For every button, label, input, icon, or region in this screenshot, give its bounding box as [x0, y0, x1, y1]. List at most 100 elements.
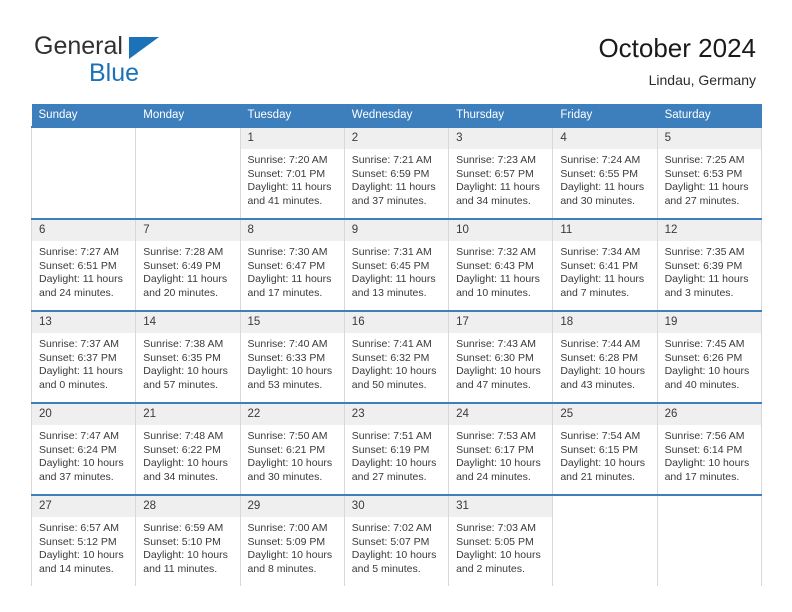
calendar-day-cell[interactable]: 31 Sunrise: 7:03 AM Sunset: 5:05 PM Dayligh… — [448, 494, 554, 586]
day-cell-inner: 9 Sunrise: 7:31 AM Sunset: 6:45 PM Daylight… — [344, 220, 449, 308]
sunset-text: Sunset: 6:37 PM — [39, 351, 117, 364]
calendar-day-cell[interactable]: 24 Sunrise: 7:53 AM Sunset: 6:17 PM Dayligh… — [448, 402, 554, 495]
daylight-text-line2: and 57 minutes. — [143, 378, 218, 391]
day-number: 9 — [344, 220, 449, 241]
calendar-day-cell[interactable]: 25 Sunrise: 7:54 AM Sunset: 6:15 PM Dayligh… — [552, 402, 658, 495]
calendar-day-cell[interactable]: 21 Sunrise: 7:48 AM Sunset: 6:22 PM Dayligh… — [135, 402, 241, 495]
day-number: 11 — [553, 220, 657, 241]
sunrise-text: Sunrise: 7:41 AM — [351, 338, 432, 350]
calendar-day-cell[interactable]: 11 Sunrise: 7:34 AM Sunset: 6:41 PM Dayligh… — [552, 218, 658, 311]
calendar-day-cell[interactable]: 4 Sunrise: 7:24 AM Sunset: 6:55 PM Daylight… — [552, 126, 658, 219]
general-blue-logo[interactable]: General Blue — [34, 33, 234, 89]
calendar-day-cell[interactable]: 29 Sunrise: 7:00 AM Sunset: 5:09 PM Dayligh… — [239, 494, 345, 586]
calendar-week-row: 20 Sunrise: 7:47 AM Sunset: 6:24 PM Dayligh… — [30, 402, 762, 495]
sunrise-text: Sunrise: 7:24 AM — [560, 154, 641, 166]
day-details: Sunrise: 7:43 AM Sunset: 6:30 PM Daylight:… — [449, 333, 552, 392]
calendar-day-cell[interactable]: 8 Sunrise: 7:30 AM Sunset: 6:47 PM Daylight… — [239, 218, 345, 311]
day-cell-inner: 8 Sunrise: 7:30 AM Sunset: 6:47 PM Daylight… — [240, 220, 344, 308]
sunset-text: Sunset: 6:55 PM — [560, 167, 638, 180]
daylight-text-line1: Daylight: 10 hours — [351, 365, 437, 378]
sunrise-text: Sunrise: 7:38 AM — [143, 338, 224, 350]
calendar-day-cell[interactable]: 22 Sunrise: 7:50 AM Sunset: 6:21 PM Dayligh… — [239, 402, 345, 495]
sunrise-text: Sunrise: 7:53 AM — [456, 430, 537, 442]
calendar-day-cell[interactable]: 12 Sunrise: 7:35 AM Sunset: 6:39 PM Dayligh… — [656, 218, 762, 311]
day-details: Sunrise: 7:47 AM Sunset: 6:24 PM Daylight:… — [32, 425, 135, 484]
day-number: 14 — [136, 312, 240, 333]
calendar-day-cell[interactable]: 17 Sunrise: 7:43 AM Sunset: 6:30 PM Dayligh… — [448, 310, 554, 403]
calendar-day-cell[interactable]: 3 Sunrise: 7:23 AM Sunset: 6:57 PM Daylight… — [448, 126, 554, 219]
sunset-text: Sunset: 5:10 PM — [143, 535, 221, 548]
day-number: 5 — [657, 128, 761, 149]
day-cell-inner: 29 Sunrise: 7:00 AM Sunset: 5:09 PM Dayligh… — [240, 496, 344, 584]
calendar-day-cell[interactable]: 2 Sunrise: 7:21 AM Sunset: 6:59 PM Daylight… — [343, 126, 450, 219]
daylight-text-line2: and 30 minutes. — [560, 194, 636, 207]
daylight-text-line2: and 24 minutes. — [456, 470, 531, 483]
day-number: 30 — [344, 496, 449, 517]
daylight-text-line2: and 27 minutes. — [664, 194, 740, 207]
sunset-text: Sunset: 6:33 PM — [247, 351, 326, 364]
day-details: Sunrise: 7:38 AM Sunset: 6:35 PM Daylight:… — [136, 333, 239, 392]
daylight-text-line2: and 7 minutes. — [560, 286, 630, 299]
calendar-day-cell[interactable]: 23 Sunrise: 7:51 AM Sunset: 6:19 PM Dayligh… — [343, 402, 450, 495]
day-number: 2 — [344, 128, 449, 149]
day-cell-inner: 10 Sunrise: 7:32 AM Sunset: 6:43 PM Dayligh… — [449, 220, 553, 308]
daylight-text-line1: Daylight: 10 hours — [456, 365, 541, 378]
sunrise-text: Sunrise: 7:40 AM — [247, 338, 328, 350]
daylight-text-line1: Daylight: 10 hours — [351, 457, 437, 470]
calendar-day-cell[interactable]: 13 Sunrise: 7:37 AM Sunset: 6:37 PM Dayligh… — [30, 310, 137, 403]
calendar-day-cell[interactable]: 6 Sunrise: 7:27 AM Sunset: 6:51 PM Daylight… — [30, 218, 137, 311]
day-cell-inner: 7 Sunrise: 7:28 AM Sunset: 6:49 PM Daylight… — [136, 220, 240, 308]
daylight-text-line1: Daylight: 10 hours — [247, 365, 333, 378]
calendar-week-row: 27 Sunrise: 6:57 AM Sunset: 5:12 PM Dayligh… — [30, 494, 762, 586]
sunrise-text: Sunrise: 7:43 AM — [456, 338, 537, 350]
calendar-day-cell[interactable]: 15 Sunrise: 7:40 AM Sunset: 6:33 PM Dayligh… — [239, 310, 345, 403]
calendar-day-cell[interactable]: 28 Sunrise: 6:59 AM Sunset: 5:10 PM Dayligh… — [135, 494, 241, 586]
day-number: 20 — [32, 404, 136, 425]
weekday-header-friday: Friday — [552, 104, 658, 127]
sunrise-text: Sunrise: 7:02 AM — [351, 522, 432, 534]
daylight-text-line2: and 34 minutes. — [456, 194, 531, 207]
day-cell-inner: 17 Sunrise: 7:43 AM Sunset: 6:30 PM Dayligh… — [449, 312, 553, 400]
day-details: Sunrise: 7:34 AM Sunset: 6:41 PM Daylight:… — [553, 241, 656, 300]
sunrise-text: Sunrise: 6:59 AM — [143, 522, 224, 534]
daylight-text-line1: Daylight: 11 hours — [247, 273, 332, 286]
daylight-text-line1: Daylight: 10 hours — [456, 457, 541, 470]
day-details: Sunrise: 7:37 AM Sunset: 6:37 PM Daylight:… — [32, 333, 135, 392]
day-details: Sunrise: 7:32 AM Sunset: 6:43 PM Daylight:… — [449, 241, 552, 300]
title-block: October 2024 Lindau, Germany — [598, 32, 756, 90]
sunset-text: Sunset: 6:39 PM — [664, 259, 743, 272]
calendar-day-cell[interactable]: 9 Sunrise: 7:31 AM Sunset: 6:45 PM Daylight… — [343, 218, 450, 311]
sunrise-text: Sunrise: 7:23 AM — [456, 154, 537, 166]
calendar-day-cell-empty — [30, 126, 137, 219]
calendar-day-cell[interactable]: 26 Sunrise: 7:56 AM Sunset: 6:14 PM Dayligh… — [656, 402, 762, 495]
calendar-day-cell[interactable]: 30 Sunrise: 7:02 AM Sunset: 5:07 PM Dayligh… — [343, 494, 450, 586]
day-number: 1 — [240, 128, 344, 149]
day-details: Sunrise: 7:03 AM Sunset: 5:05 PM Daylight:… — [449, 517, 552, 576]
day-details: Sunrise: 7:28 AM Sunset: 6:49 PM Daylight:… — [136, 241, 239, 300]
calendar-day-cell[interactable]: 1 Sunrise: 7:20 AM Sunset: 7:01 PM Daylight… — [239, 126, 345, 219]
calendar-day-cell[interactable]: 20 Sunrise: 7:47 AM Sunset: 6:24 PM Dayligh… — [30, 402, 137, 495]
daylight-text-line1: Daylight: 10 hours — [143, 365, 228, 378]
day-details: Sunrise: 7:35 AM Sunset: 6:39 PM Daylight:… — [658, 241, 761, 300]
daylight-text-line1: Daylight: 11 hours — [39, 273, 123, 286]
calendar-day-cell[interactable]: 10 Sunrise: 7:32 AM Sunset: 6:43 PM Dayligh… — [448, 218, 554, 311]
daylight-text-line2: and 37 minutes. — [39, 470, 114, 483]
calendar-day-cell[interactable]: 27 Sunrise: 6:57 AM Sunset: 5:12 PM Dayligh… — [30, 494, 137, 586]
daylight-text-line1: Daylight: 10 hours — [143, 457, 228, 470]
calendar-day-cell[interactable]: 19 Sunrise: 7:45 AM Sunset: 6:26 PM Dayligh… — [656, 310, 762, 403]
sunrise-text: Sunrise: 7:30 AM — [247, 246, 328, 258]
calendar-day-cell[interactable]: 5 Sunrise: 7:25 AM Sunset: 6:53 PM Daylight… — [656, 126, 762, 219]
calendar-day-cell[interactable]: 18 Sunrise: 7:44 AM Sunset: 6:28 PM Dayligh… — [552, 310, 658, 403]
sunrise-text: Sunrise: 7:03 AM — [456, 522, 537, 534]
day-number: 26 — [657, 404, 761, 425]
daylight-text-line1: Daylight: 10 hours — [247, 457, 333, 470]
weekday-header-saturday: Saturday — [657, 104, 762, 127]
day-cell-inner: 25 Sunrise: 7:54 AM Sunset: 6:15 PM Dayligh… — [553, 404, 657, 492]
sunrise-text: Sunrise: 7:48 AM — [143, 430, 224, 442]
daylight-text-line2: and 40 minutes. — [664, 378, 740, 391]
calendar-day-cell[interactable]: 14 Sunrise: 7:38 AM Sunset: 6:35 PM Dayligh… — [135, 310, 241, 403]
calendar-day-cell[interactable]: 16 Sunrise: 7:41 AM Sunset: 6:32 PM Dayligh… — [343, 310, 450, 403]
calendar-day-cell[interactable]: 7 Sunrise: 7:28 AM Sunset: 6:49 PM Daylight… — [135, 218, 241, 311]
sunset-text: Sunset: 6:41 PM — [560, 259, 638, 272]
day-details: Sunrise: 6:59 AM Sunset: 5:10 PM Daylight:… — [136, 517, 239, 576]
